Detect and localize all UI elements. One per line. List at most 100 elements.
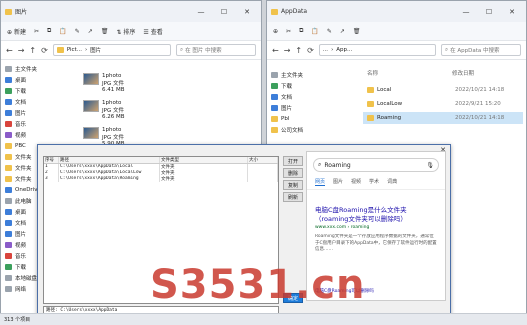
refresh-icon[interactable]: ⟳ (41, 46, 48, 55)
up-icon[interactable]: ↑ (29, 46, 36, 55)
search-input[interactable]: ⌕ 在 图片 中搜索 (176, 44, 256, 56)
music-icon (5, 120, 12, 127)
rename-icon[interactable]: ✎ (327, 28, 332, 35)
copy-button[interactable]: 复制 (283, 180, 303, 190)
paste-icon[interactable]: 📋 (59, 28, 66, 35)
microphone-icon[interactable]: 🎙 (426, 162, 434, 169)
forward-icon[interactable]: → (18, 46, 25, 55)
sidebar-item[interactable]: 视频 (1, 129, 69, 140)
back-icon[interactable]: ← (272, 46, 279, 55)
rename-icon[interactable]: ✎ (75, 28, 80, 35)
sidebar-item[interactable]: 图片 (267, 102, 345, 113)
column-header: 名称 修改日期 (367, 71, 475, 77)
sort-button[interactable]: ⇅ 排序 (116, 27, 135, 36)
refresh-icon[interactable]: ⟳ (307, 46, 314, 55)
folder-icon (271, 8, 278, 15)
sidebar-item-label: 下载 (281, 83, 293, 90)
toolbar: ⊕ ✂ ⧉ 📋 ✎ ↗ 🗑 (267, 22, 526, 41)
search-icon: ⌕ (445, 46, 449, 53)
cut-icon[interactable]: ✂ (286, 28, 291, 35)
list-item[interactable]: Local 2022/10/21 14:18 (363, 84, 523, 96)
open-button[interactable]: 打开 (283, 156, 303, 166)
sidebar-item[interactable]: 音乐 (1, 118, 69, 129)
window-title: 图片 (15, 9, 28, 16)
sidebar-item[interactable]: Pbl (267, 113, 345, 124)
browser-search-box[interactable]: ⌕ Roaming 🎙 (313, 158, 439, 172)
sidebar-item-label: 网络 (15, 286, 27, 293)
cut-icon[interactable]: ✂ (34, 28, 39, 35)
delete-icon[interactable]: 🗑 (353, 28, 361, 35)
paste-icon[interactable]: 📋 (311, 28, 318, 35)
address-bar[interactable]: ... › App... (318, 44, 436, 56)
sidebar-item-label: 视频 (15, 242, 27, 249)
folder-icon (271, 126, 278, 133)
tab-web[interactable]: 网页 (315, 178, 326, 186)
folder-icon (367, 101, 374, 107)
sidebar-item-label: 公司文档 (281, 127, 304, 134)
share-icon[interactable]: ↗ (340, 28, 345, 35)
sidebar-item[interactable]: 文档 (267, 91, 345, 102)
sidebar-item[interactable]: 文档 (1, 96, 69, 107)
image-thumbnail (83, 100, 99, 112)
forward-icon[interactable]: → (284, 46, 291, 55)
close-button[interactable]: ✕ (237, 8, 257, 16)
refresh-button[interactable]: 刷新 (283, 192, 303, 202)
new-button[interactable]: ⊕ 新建 (7, 27, 26, 36)
minimize-button[interactable]: — (191, 8, 211, 16)
result-url[interactable]: www.xxx.com › roaming (315, 225, 437, 230)
sidebar-item[interactable]: 主文件夹 (1, 63, 69, 74)
list-item-selected[interactable]: Roaming 2022/10/21 14:18 (363, 112, 523, 124)
maximize-button[interactable]: ☐ (214, 8, 234, 16)
folder-icon (367, 115, 374, 121)
file-item[interactable]: 1photo JPG 文件 6.26 MB (83, 100, 125, 120)
document-icon (5, 219, 12, 226)
tab-images[interactable]: 图片 (333, 178, 343, 186)
folder-icon (56, 47, 64, 53)
search-input[interactable]: ⌕ 在 AppData 中搜索 (441, 44, 521, 56)
sidebar-item[interactable]: 图片 (1, 107, 69, 118)
sidebar-item-label: 图片 (15, 231, 27, 238)
search-icon: ⌕ (180, 46, 184, 53)
sidebar-item[interactable]: 下载 (267, 80, 345, 91)
copy-icon[interactable]: ⧉ (299, 27, 303, 35)
desktop-icon (5, 76, 12, 83)
document-icon (271, 93, 278, 100)
sidebar-item[interactable]: 公司文档 (267, 124, 345, 135)
sidebar-item-label: 视频 (15, 132, 27, 139)
download-icon (5, 263, 12, 270)
music-icon (5, 252, 12, 259)
tab-videos[interactable]: 视频 (351, 178, 361, 186)
picture-icon (5, 230, 12, 237)
sidebar-item[interactable]: 主文件夹 (267, 69, 345, 80)
back-icon[interactable]: ← (6, 46, 13, 55)
delete-button[interactable]: 删除 (283, 168, 303, 178)
maximize-button[interactable]: ☐ (479, 8, 499, 16)
up-icon[interactable]: ↑ (295, 46, 302, 55)
share-icon[interactable]: ↗ (88, 28, 93, 35)
copy-icon[interactable]: ⧉ (47, 27, 51, 35)
new-icon[interactable]: ⊕ (273, 28, 278, 35)
folder-icon (5, 164, 12, 171)
sidebar-item[interactable]: 桌面 (1, 74, 69, 85)
file-item[interactable]: 1photo JPG 文件 6.41 MB (83, 73, 125, 93)
tab-academic[interactable]: 学术 (369, 178, 379, 186)
tab-dictionary[interactable]: 词典 (387, 178, 397, 186)
picture-icon (271, 104, 278, 111)
view-button[interactable]: ☰ 查看 (143, 27, 162, 36)
close-button[interactable]: ✕ (502, 8, 522, 16)
sidebar-item-label: 音乐 (15, 253, 27, 260)
address-bar[interactable]: Pict... › 图片 (52, 44, 171, 56)
result-title-link[interactable]: 电脑C盘Roaming是什么文件夹（roaming文件夹可以删除吗） (315, 206, 437, 224)
delete-icon[interactable]: 🗑 (101, 28, 109, 35)
folder-icon (5, 142, 12, 149)
sidebar-item-label: 文件夹 (15, 176, 32, 183)
sidebar-item[interactable]: 下载 (1, 85, 69, 96)
table-row[interactable]: 3 C:\Users\xxxx\AppData\Roaming 文件夹 (44, 176, 278, 182)
sidebar-item-label: 文档 (281, 94, 293, 101)
sidebar-item-label: 下载 (15, 264, 27, 271)
window-title: AppData (281, 8, 308, 15)
drive-icon (5, 274, 12, 281)
sidebar-item-label: 文档 (15, 220, 27, 227)
minimize-button[interactable]: — (456, 8, 476, 16)
list-item[interactable]: LocalLow 2022/9/21 15:20 (363, 98, 523, 110)
